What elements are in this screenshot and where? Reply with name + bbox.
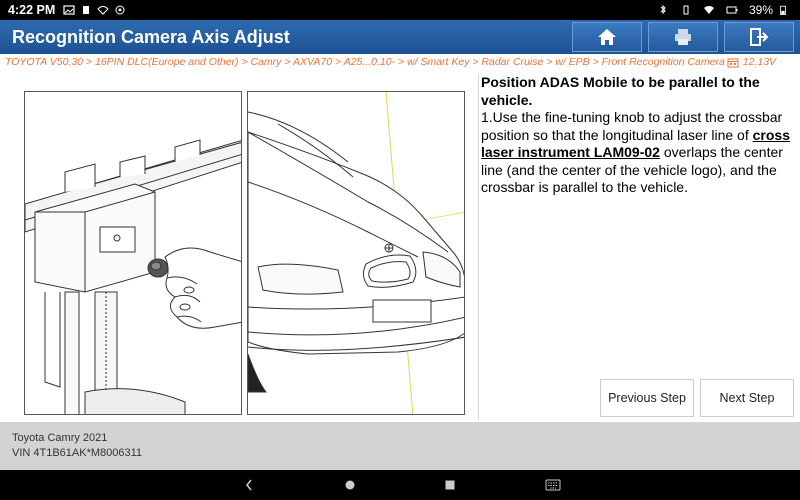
status-bar: 4:22 PM 39% (0, 0, 800, 20)
settings-notification-icon (115, 5, 125, 15)
vehicle-front-illustration (247, 91, 465, 415)
home-button[interactable] (572, 22, 642, 52)
print-icon (675, 29, 691, 45)
vehicle-model: Toyota Camry 2021 (12, 432, 108, 444)
breadcrumb: TOYOTA V50.30 > 16PIN DLC(Europe and Oth… (0, 54, 800, 70)
app-screen: 4:22 PM 39% Recognition Camera Axis Adju… (0, 0, 800, 500)
instruction-text: Position ADAS Mobile to be parallel to t… (481, 74, 797, 197)
image-notification-icon (63, 5, 75, 15)
calendar-icon (727, 58, 739, 67)
navigation-bar (0, 470, 800, 500)
figure-panel (5, 74, 479, 420)
instruction-heading: Position ADAS Mobile to be parallel to t… (481, 74, 760, 108)
vehicle-vin: VIN 4T1B61AK*M8006311 (12, 447, 143, 459)
print-button[interactable] (648, 22, 718, 52)
bluetooth-icon (660, 5, 666, 15)
wifi-off-icon (97, 6, 109, 15)
instruction-step: 1.Use the fine-tuning knob to adjust the… (481, 109, 797, 197)
sim-icon (83, 6, 90, 14)
vibrate-icon (683, 5, 689, 15)
page-title: Recognition Camera Axis Adjust (12, 26, 290, 47)
exit-icon (750, 28, 769, 46)
breadcrumb-path: TOYOTA V50.30 > 16PIN DLC(Europe and Oth… (5, 56, 725, 68)
home-nav-icon[interactable] (343, 477, 357, 493)
step-text-prefix: 1.Use the fine-tuning knob to adjust the… (481, 109, 783, 143)
battery-voltage: 12.13V (742, 56, 777, 68)
wifi-icon (703, 6, 714, 14)
back-icon[interactable] (243, 477, 255, 493)
knob-adjustment-illustration (24, 91, 242, 415)
exit-button[interactable] (724, 22, 794, 52)
status-time: 4:22 PM (8, 3, 56, 17)
previous-step-button[interactable]: Previous Step (600, 379, 694, 417)
vehicle-info-footer: Toyota Camry 2021 VIN 4T1B61AK*M8006311 (0, 422, 800, 470)
recents-icon[interactable] (443, 477, 457, 493)
battery-saver-icon (726, 6, 738, 14)
next-step-button[interactable]: Next Step (700, 379, 794, 417)
app-header: Recognition Camera Axis Adjust (0, 20, 800, 54)
main-content: Position ADAS Mobile to be parallel to t… (0, 70, 800, 422)
battery-percent: 39% (748, 3, 773, 17)
home-icon (598, 29, 616, 45)
battery-icon (780, 5, 786, 15)
keyboard-icon[interactable] (545, 477, 561, 493)
